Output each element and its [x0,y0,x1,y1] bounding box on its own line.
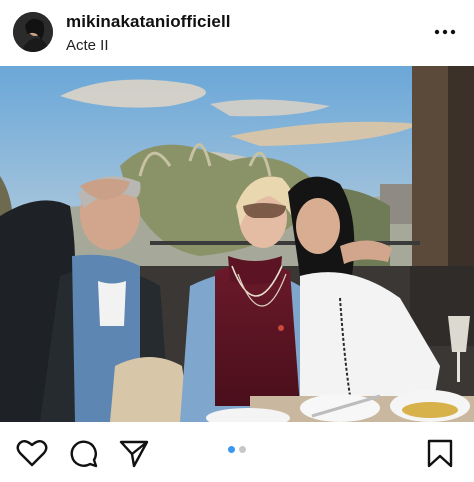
carousel-indicator [0,446,474,453]
avatar[interactable] [13,12,53,52]
heart-icon[interactable] [16,438,48,468]
post-photo[interactable] [0,66,474,422]
post-actions [0,422,474,482]
carousel-dot[interactable] [239,446,246,453]
carousel-dot-active[interactable] [228,446,235,453]
post-header: mikinakataniofficiell Acte II [0,0,474,66]
more-options-icon[interactable] [434,22,456,42]
send-icon[interactable] [118,438,150,468]
post-subtitle[interactable]: Acte II [66,37,109,54]
bookmark-icon[interactable] [424,438,456,468]
username[interactable]: mikinakataniofficiell [66,12,231,32]
comment-icon[interactable] [67,438,99,468]
